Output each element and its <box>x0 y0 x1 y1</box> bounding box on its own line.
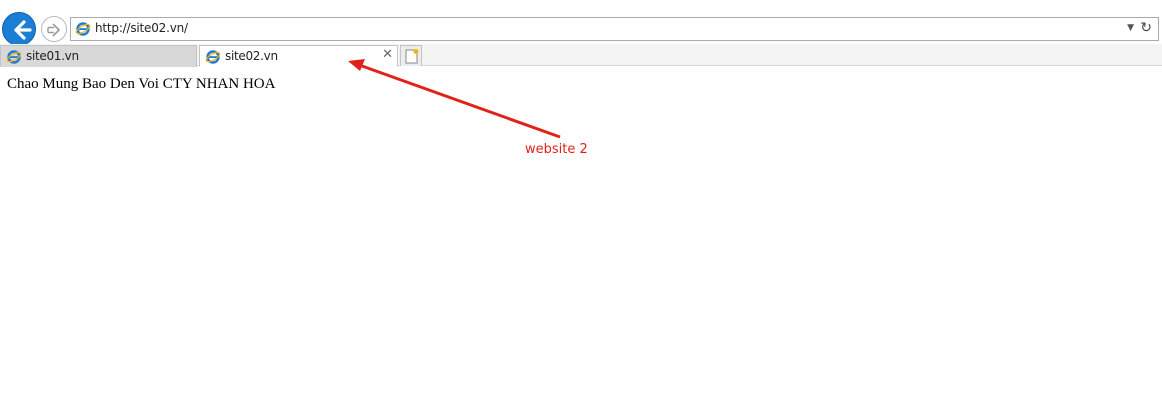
annotation-arrow <box>348 59 561 139</box>
annotation-label: website 2 <box>525 142 588 157</box>
